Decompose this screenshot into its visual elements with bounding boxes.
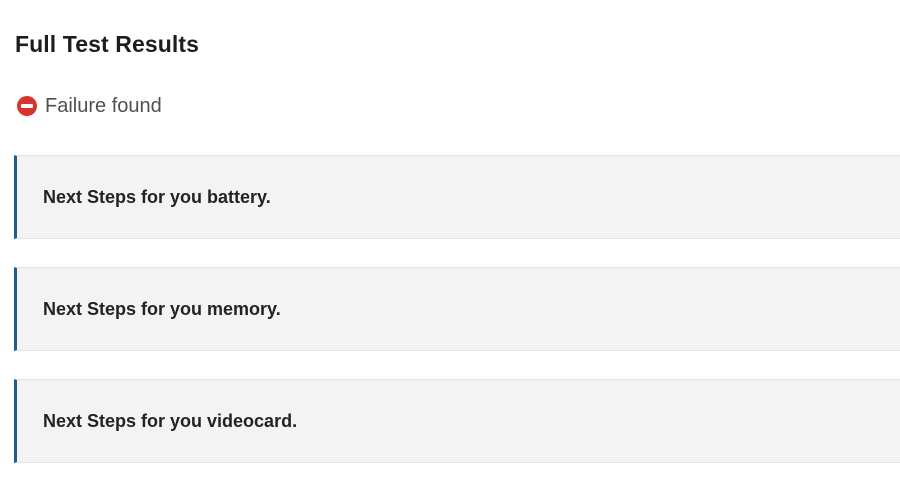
page-title: Full Test Results: [15, 31, 200, 57]
next-steps-list: Next Steps for you battery. Next Steps f…: [14, 155, 900, 491]
status-row: Failure found: [17, 94, 162, 118]
next-steps-card-memory[interactable]: Next Steps for you memory.: [14, 267, 900, 351]
next-steps-card-label: Next Steps for you battery.: [43, 186, 271, 207]
next-steps-card-battery[interactable]: Next Steps for you battery.: [14, 155, 900, 239]
next-steps-card-videocard[interactable]: Next Steps for you videocard.: [14, 379, 900, 463]
no-entry-icon: [17, 96, 37, 116]
next-steps-card-label: Next Steps for you memory.: [43, 298, 281, 319]
test-results-page: Full Test Results Failure found Next Ste…: [0, 0, 900, 500]
status-text: Failure found: [45, 94, 162, 117]
next-steps-card-label: Next Steps for you videocard.: [43, 410, 298, 431]
